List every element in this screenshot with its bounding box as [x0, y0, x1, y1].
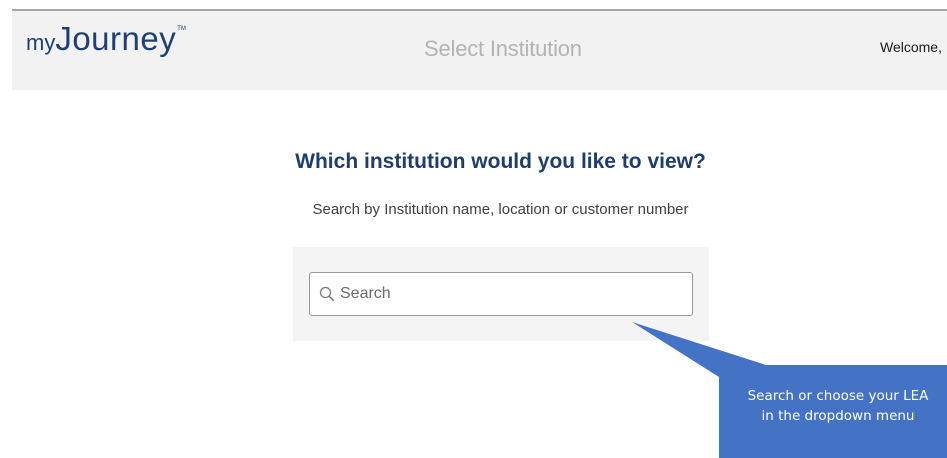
- search-icon: [319, 286, 335, 302]
- logo-prefix: my: [26, 30, 56, 55]
- institution-question-heading: Which institution would you like to view…: [295, 150, 706, 173]
- search-instructions: Search by Institution name, location or …: [312, 201, 689, 218]
- callout-line-1: Search or choose your LEA: [747, 388, 929, 404]
- logo-main-text: Journey: [55, 20, 177, 57]
- page-title: Select Institution: [424, 36, 582, 61]
- instruction-callout: Search or choose your LEA in the dropdow…: [719, 365, 947, 458]
- search-input[interactable]: [336, 273, 690, 315]
- logo-trademark: TM: [177, 26, 186, 32]
- welcome-user-text[interactable]: Welcome,: [880, 39, 942, 55]
- myjourney-logo[interactable]: myJourneyTM: [26, 20, 186, 57]
- callout-line-2: in the dropdown menu: [761, 408, 915, 424]
- institution-search-box[interactable]: [309, 272, 693, 316]
